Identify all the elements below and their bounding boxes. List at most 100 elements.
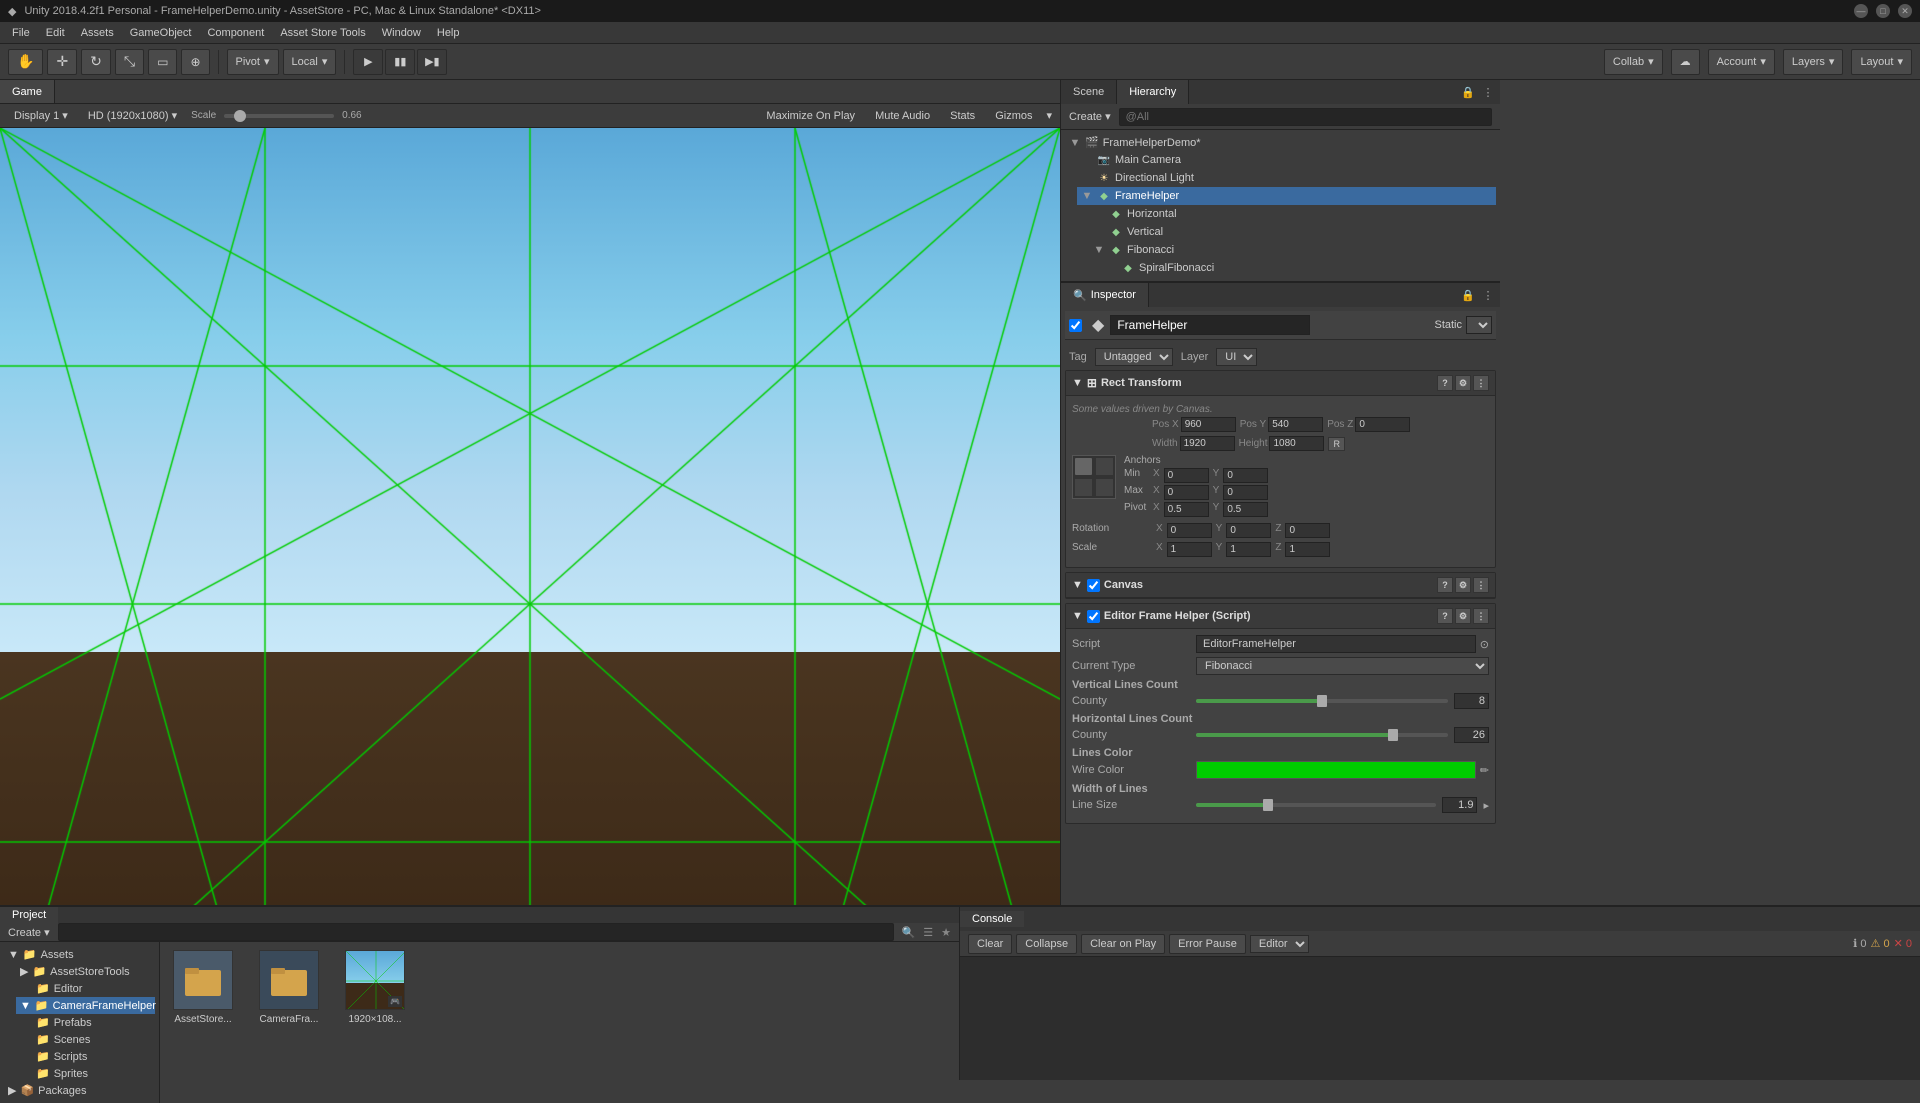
rect-transform-help-icon[interactable]: ? [1437, 375, 1453, 391]
height-input[interactable] [1269, 436, 1324, 451]
line-size-input[interactable] [1442, 797, 1477, 813]
anchor-max-x-input[interactable] [1164, 485, 1209, 500]
pos-y-input[interactable] [1268, 417, 1323, 432]
hierarchy-item-spiral[interactable]: ◆ SpiralFibonacci [1101, 259, 1496, 277]
folder-prefabs[interactable]: 📁 Prefabs [28, 1014, 155, 1031]
width-input[interactable] [1180, 436, 1235, 451]
rot-z-input[interactable] [1285, 523, 1330, 538]
line-size-expand-icon[interactable]: ▸ [1483, 799, 1489, 812]
rotate-tool[interactable]: ↻ [81, 49, 111, 75]
rot-y-input[interactable] [1226, 523, 1271, 538]
canvas-help-icon[interactable]: ? [1437, 577, 1453, 593]
rect-tool[interactable]: ▭ [148, 49, 177, 75]
pos-z-input[interactable] [1355, 417, 1410, 432]
display-selector[interactable]: Display 1 ▾ [8, 107, 74, 124]
rect-transform-overflow-icon[interactable]: ⋮ [1473, 375, 1489, 391]
account-button[interactable]: Account ▾ [1708, 49, 1775, 75]
hierarchy-item-scene[interactable]: ▼ 🎬 FrameHelperDemo* [1065, 134, 1496, 151]
hierarchy-item-camera[interactable]: 📷 Main Camera [1077, 151, 1496, 169]
static-dropdown[interactable] [1466, 316, 1492, 334]
local-button[interactable]: Local ▾ [283, 49, 337, 75]
pivot-button[interactable]: Pivot ▾ [227, 49, 279, 75]
cloud-button[interactable]: ☁ [1671, 49, 1700, 75]
hierarchy-search-input[interactable] [1119, 108, 1492, 126]
asset-image[interactable]: 🎮 1920×108... [340, 950, 410, 1025]
transform-tool[interactable]: ⊕ [181, 49, 209, 75]
inspector-tab[interactable]: 🔍 Inspector [1061, 283, 1149, 307]
rect-transform-header[interactable]: ▼ ⊞ Rect Transform ? ⚙ ⋮ [1066, 371, 1495, 396]
folder-editor[interactable]: 📁 Editor [28, 980, 155, 997]
anchor-min-y-input[interactable] [1223, 468, 1268, 483]
hierarchy-item-vertical[interactable]: ◆ Vertical [1089, 223, 1496, 241]
folder-packages[interactable]: ▶ 📦 Packages [4, 1082, 155, 1099]
horizontal-slider-handle[interactable] [1388, 729, 1398, 741]
object-name-input[interactable] [1110, 315, 1310, 335]
canvas-overflow-icon[interactable]: ⋮ [1473, 577, 1489, 593]
folder-cameraframehelper[interactable]: ▼ 📁 CameraFrameHelper [16, 997, 155, 1014]
scale-y-input[interactable] [1226, 542, 1271, 557]
menu-window[interactable]: Window [374, 25, 429, 41]
scale-x-input[interactable] [1167, 542, 1212, 557]
horizontal-value-input[interactable] [1454, 727, 1489, 743]
object-enabled-checkbox[interactable] [1069, 319, 1082, 332]
folder-assets[interactable]: ▼ 📁 Assets [4, 946, 155, 963]
layer-selector[interactable]: UI [1216, 348, 1257, 366]
vertical-slider[interactable] [1196, 699, 1448, 703]
asset-cameraframe[interactable]: CameraFra... [254, 950, 324, 1025]
canvas-enabled-checkbox[interactable] [1087, 579, 1100, 592]
stats-btn[interactable]: Stats [944, 108, 981, 124]
maximize-on-play-btn[interactable]: Maximize On Play [760, 108, 861, 124]
maximize-button[interactable]: □ [1876, 4, 1890, 18]
pivot-x-input[interactable] [1164, 502, 1209, 517]
collab-button[interactable]: Collab ▾ [1604, 49, 1663, 75]
blueprint-button[interactable]: R [1328, 437, 1345, 451]
scale-z-input[interactable] [1285, 542, 1330, 557]
collapse-button[interactable]: Collapse [1016, 934, 1077, 954]
efh-overflow-icon[interactable]: ⋮ [1473, 608, 1489, 624]
canvas-settings-icon[interactable]: ⚙ [1455, 577, 1471, 593]
anchor-max-y-input[interactable] [1223, 485, 1268, 500]
scene-tab[interactable]: Scene [1061, 80, 1117, 104]
layers-button[interactable]: Layers ▾ [1783, 49, 1844, 75]
rot-x-input[interactable] [1167, 523, 1212, 538]
script-input[interactable] [1196, 635, 1476, 653]
horizontal-slider[interactable] [1196, 733, 1448, 737]
gizmos-btn[interactable]: Gizmos [989, 108, 1038, 124]
scale-tool[interactable]: ⤡ [115, 49, 144, 75]
inspector-lock-icon[interactable]: 🔒 [1460, 287, 1476, 303]
pivot-y-input[interactable] [1223, 502, 1268, 517]
minimize-button[interactable]: — [1854, 4, 1868, 18]
scale-handle[interactable] [234, 110, 246, 122]
efh-header[interactable]: ▼ Editor Frame Helper (Script) ? ⚙ ⋮ [1066, 604, 1495, 629]
resolution-selector[interactable]: HD (1920x1080) ▾ [82, 107, 183, 124]
project-tab[interactable]: Project [0, 907, 58, 923]
close-button[interactable]: ✕ [1898, 4, 1912, 18]
tag-selector[interactable]: Untagged [1095, 348, 1173, 366]
hand-tool[interactable]: ✋ [8, 49, 43, 75]
hierarchy-item-horizontal[interactable]: ◆ Horizontal [1089, 205, 1496, 223]
pause-button[interactable]: ▮▮ [385, 49, 415, 75]
game-tab[interactable]: Game [0, 80, 55, 103]
create-button[interactable]: Create ▾ [1069, 110, 1111, 123]
folder-scenes[interactable]: 📁 Scenes [28, 1031, 155, 1048]
menu-help[interactable]: Help [429, 25, 468, 41]
anchor-min-x-input[interactable] [1164, 468, 1209, 483]
hierarchy-item-framehelper[interactable]: ▼ ◆ FrameHelper [1077, 187, 1496, 205]
folder-assetstoretools[interactable]: ▶ 📁 AssetStoreTools [16, 963, 155, 980]
menu-gameobject[interactable]: GameObject [122, 25, 200, 41]
canvas-header[interactable]: ▼ Canvas ? ⚙ ⋮ [1066, 573, 1495, 598]
menu-edit[interactable]: Edit [38, 25, 73, 41]
project-search-input[interactable] [58, 923, 894, 941]
folder-scripts[interactable]: 📁 Scripts [28, 1048, 155, 1065]
inspector-menu-icon[interactable]: ⋮ [1480, 287, 1496, 303]
script-select-icon[interactable]: ⊙ [1480, 638, 1489, 651]
asset-assetstore[interactable]: AssetStore... [168, 950, 238, 1025]
play-button[interactable]: ▶ [353, 49, 383, 75]
line-size-slider[interactable] [1196, 803, 1436, 807]
error-pause-button[interactable]: Error Pause [1169, 934, 1246, 954]
hierarchy-item-fibonacci[interactable]: ▼ ◆ Fibonacci [1089, 241, 1496, 259]
clear-on-play-button[interactable]: Clear on Play [1081, 934, 1165, 954]
efh-settings-icon[interactable]: ⚙ [1455, 608, 1471, 624]
efh-help-icon[interactable]: ? [1437, 608, 1453, 624]
clear-button[interactable]: Clear [968, 934, 1012, 954]
